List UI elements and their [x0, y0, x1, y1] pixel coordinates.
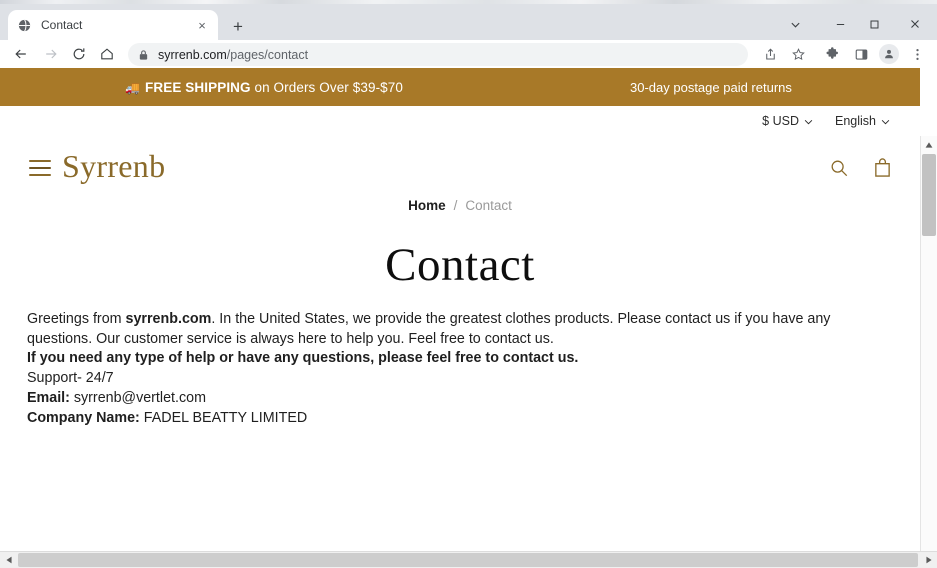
bookmark-star-icon[interactable]	[786, 40, 810, 68]
browser-toolbar: syrrenb.com/pages/contact	[0, 40, 937, 68]
home-button[interactable]	[94, 40, 120, 68]
header-icon-group	[828, 156, 893, 179]
locale-selector-row: $ USD English	[0, 106, 920, 136]
vertical-scrollbar-thumb[interactable]	[922, 154, 936, 236]
horizontal-scrollbar[interactable]	[0, 551, 937, 568]
company-label: Company Name:	[27, 409, 140, 426]
url-domain: syrrenb.com	[158, 47, 227, 62]
intro-paragraph: Greetings from syrrenb.com. In the Unite…	[27, 310, 889, 349]
intro-domain-bold: syrrenb.com	[125, 311, 212, 327]
announcement-shipping-text: 🚚 FREE SHIPPING on Orders Over $39-$70	[125, 80, 403, 95]
window-maximize-button[interactable]	[857, 8, 891, 40]
shopping-bag-icon[interactable]	[871, 156, 893, 179]
announcement-returns-text: 30-day postage paid returns	[630, 79, 792, 95]
share-icon[interactable]	[758, 40, 782, 68]
language-label: English	[835, 114, 876, 128]
horizontal-scrollbar-thumb[interactable]	[18, 553, 918, 567]
globe-icon	[16, 17, 32, 33]
scroll-up-arrow-icon[interactable]	[921, 136, 937, 153]
email-label: Email:	[27, 389, 70, 406]
reload-button[interactable]	[66, 40, 92, 68]
breadcrumb-current: Contact	[465, 198, 512, 213]
close-icon[interactable]: ×	[194, 17, 210, 33]
url-path: /pages/contact	[226, 47, 309, 62]
extensions-puzzle-icon[interactable]	[820, 40, 844, 68]
breadcrumb: Home / Contact	[0, 198, 920, 213]
announcement-bar: 🚚 FREE SHIPPING on Orders Over $39-$70 30…	[0, 68, 920, 106]
breadcrumb-home-link[interactable]: Home	[408, 198, 446, 213]
hamburger-menu-icon[interactable]	[29, 160, 51, 176]
company-name-line: Company Name: FADEL BEATTY LIMITED	[27, 409, 889, 429]
back-button[interactable]	[8, 40, 34, 68]
lock-icon	[138, 49, 149, 61]
window-close-button[interactable]	[898, 8, 932, 40]
hamburger-line	[29, 174, 51, 176]
three-dot-menu-icon[interactable]	[905, 40, 929, 68]
avatar	[879, 44, 899, 64]
forward-button[interactable]	[38, 40, 64, 68]
language-selector[interactable]: English	[835, 114, 890, 128]
company-value: FADEL BEATTY LIMITED	[139, 409, 308, 426]
chevron-down-icon[interactable]	[778, 8, 812, 40]
side-panel-icon[interactable]	[849, 40, 873, 68]
support-hours-line: Support- 24/7	[27, 370, 114, 387]
hamburger-line	[29, 166, 51, 170]
currency-label: $ USD	[762, 114, 799, 128]
site-header: Syrrenb	[0, 136, 920, 202]
browser-tab[interactable]: Contact ×	[8, 10, 218, 40]
new-tab-button[interactable]: +	[227, 15, 249, 37]
breadcrumb-separator: /	[453, 198, 458, 213]
scroll-right-arrow-icon[interactable]	[920, 552, 937, 568]
page-viewport: 🚚 FREE SHIPPING on Orders Over $39-$70 30…	[0, 68, 937, 568]
page-content: Greetings from syrrenb.com. In the Unite…	[27, 310, 889, 428]
window-minimize-button[interactable]	[823, 8, 857, 40]
chevron-down-icon	[881, 114, 890, 128]
help-callout-paragraph: If you need any type of help or have any…	[27, 350, 579, 367]
currency-selector[interactable]: $ USD	[762, 114, 813, 128]
address-bar[interactable]: syrrenb.com/pages/contact	[128, 43, 748, 66]
truck-icon: 🚚	[125, 80, 141, 95]
email-line: Email: syrrenb@vertlet.com	[27, 389, 889, 409]
announcement-shipping-rest: on Orders Over $39-$70	[250, 79, 404, 95]
chevron-down-icon	[804, 114, 813, 128]
search-icon[interactable]	[828, 156, 850, 179]
intro-text-1: Greetings from	[27, 311, 126, 327]
site-logo[interactable]: Syrrenb	[62, 148, 165, 185]
address-bar-text: syrrenb.com/pages/contact	[158, 48, 308, 62]
profile-avatar-icon[interactable]	[877, 40, 901, 68]
email-value: syrrenb@vertlet.com	[69, 389, 206, 406]
announcement-shipping-bold: FREE SHIPPING	[145, 79, 251, 95]
page-title: Contact	[385, 239, 535, 291]
browser-tab-strip: Contact × +	[0, 4, 937, 40]
hamburger-line	[29, 160, 51, 162]
vertical-scrollbar[interactable]	[920, 136, 937, 568]
scroll-left-arrow-icon[interactable]	[0, 552, 17, 568]
tab-title: Contact	[41, 18, 83, 32]
